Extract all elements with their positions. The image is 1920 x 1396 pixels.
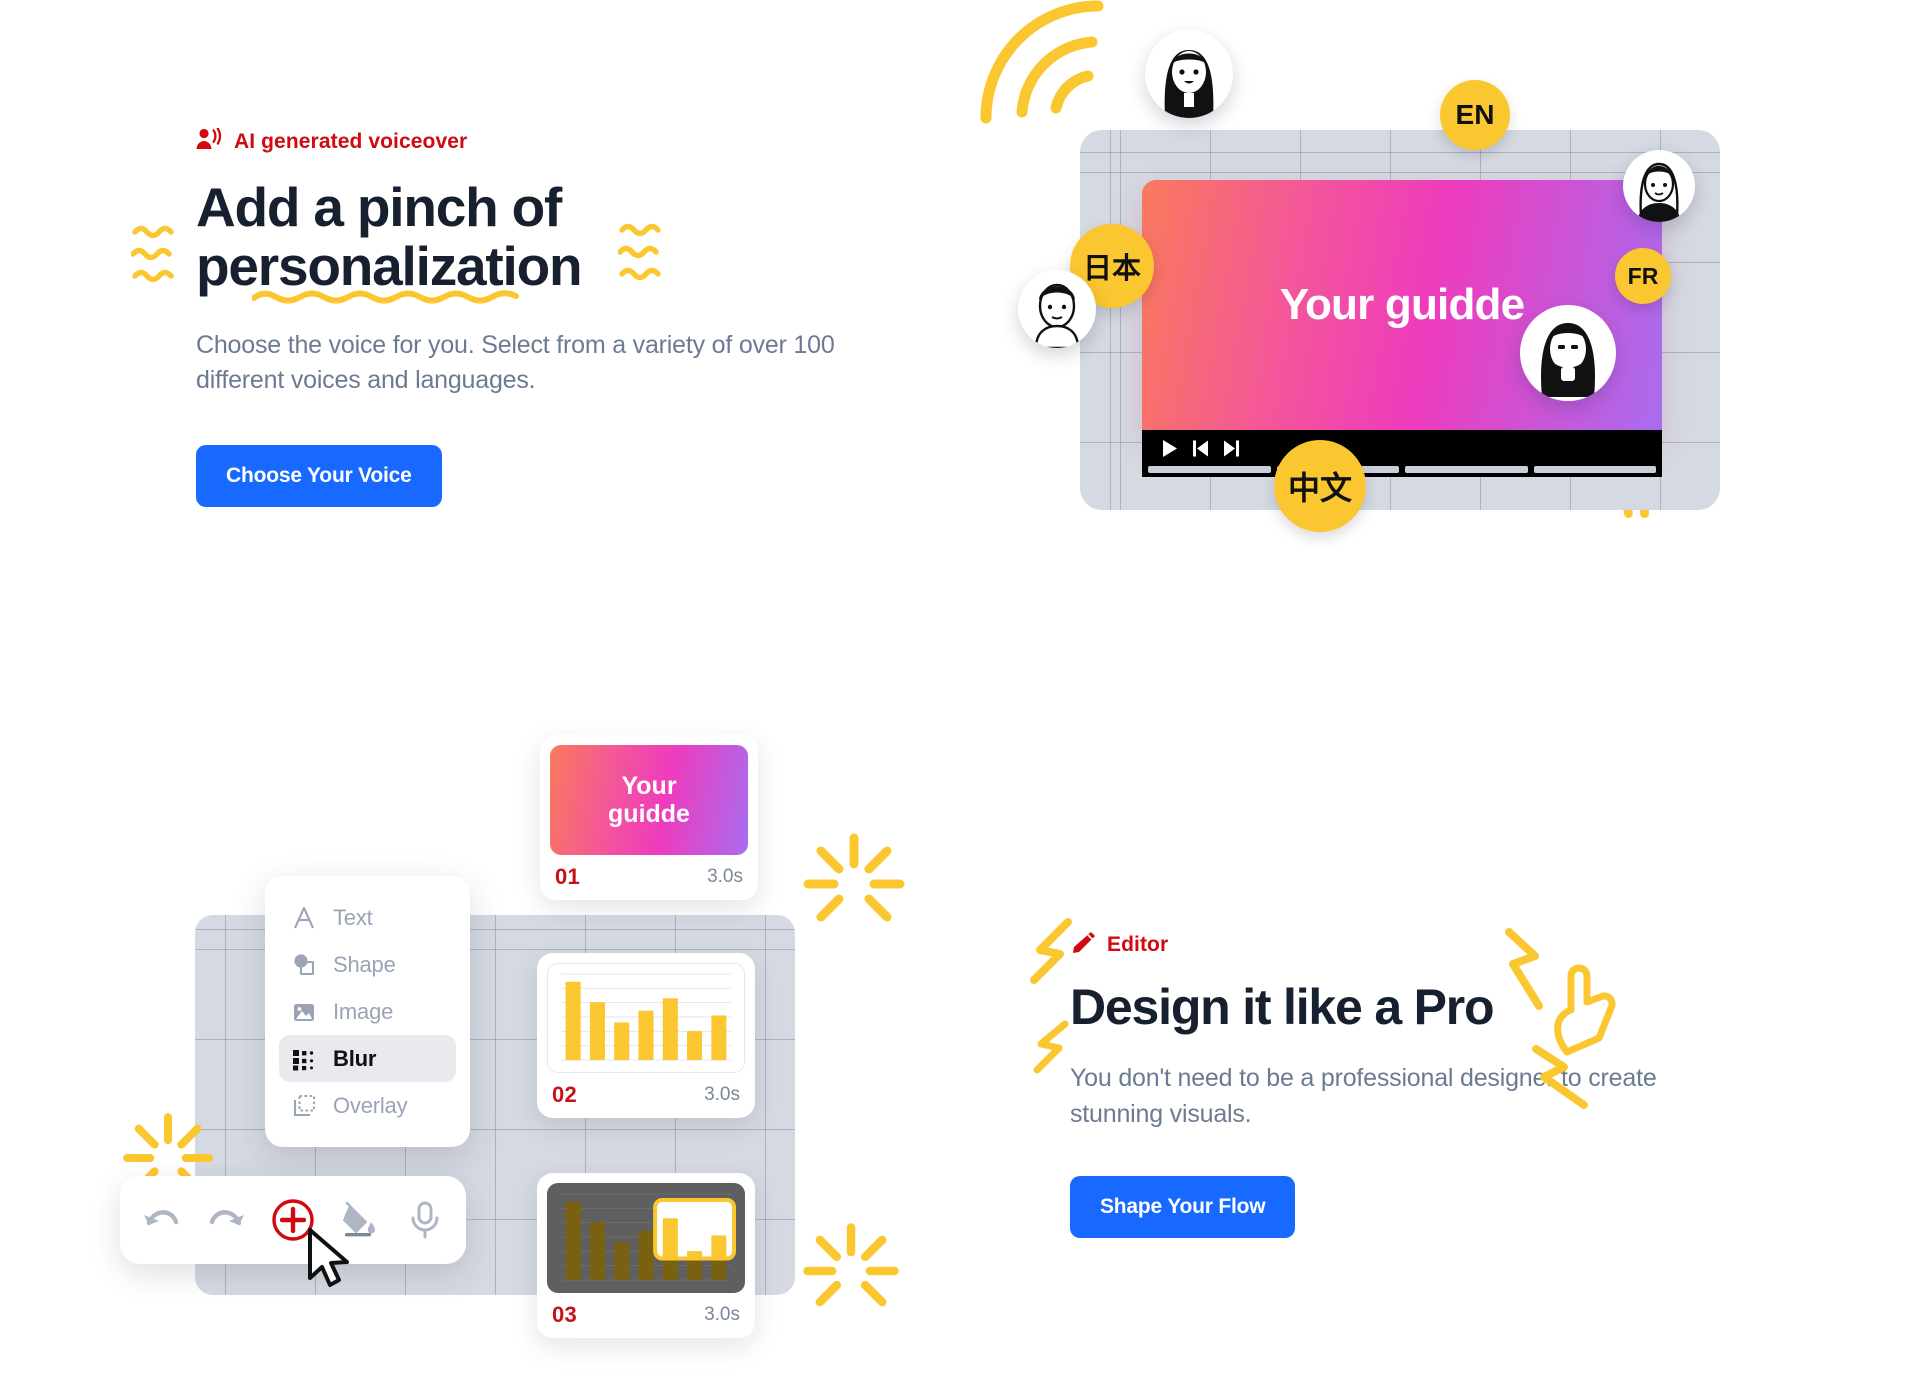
tool-item-text-label: Text: [333, 904, 373, 930]
text-icon: [291, 905, 317, 931]
bar-chart-dimmed: [561, 1193, 736, 1281]
mouse-cursor-icon: [308, 1228, 349, 1287]
scene-duration: 3.0s: [704, 1084, 740, 1105]
scene-meta: 03 3.0s: [547, 1293, 745, 1332]
zigzag-decoration-editor-left: [1030, 918, 1072, 984]
tool-item-overlay[interactable]: Overlay: [279, 1082, 456, 1129]
video-screen-title: Your guidde: [1279, 280, 1525, 329]
video-seek-bar[interactable]: [1148, 466, 1656, 473]
scene-number: 01: [555, 864, 581, 889]
tool-item-shape-label: Shape: [333, 951, 396, 977]
image-icon: [291, 999, 317, 1025]
voiceover-headline-line1: Add a pinch of: [196, 176, 562, 238]
scene-card[interactable]: 02 3.0s: [537, 953, 755, 1118]
scene-thumbnail-chart-dimmed: [547, 1183, 745, 1293]
landing-page: AI generated voiceover Add a pinch of pe…: [0, 0, 1920, 1396]
editor-eyebrow-label: Editor: [1107, 933, 1169, 956]
avatar-long-dark-hair: [1145, 30, 1233, 118]
sound-wave-top-left-icon: [980, 0, 1104, 124]
choose-your-voice-button[interactable]: Choose Your Voice: [196, 444, 442, 507]
redo-button[interactable]: [202, 1195, 252, 1245]
scene-duration: 3.0s: [704, 1304, 740, 1325]
editor-action-toolbar: [120, 1176, 466, 1264]
voiceover-eyebrow: AI generated voiceover: [196, 127, 896, 156]
voiceover-headline: Add a pinch of personalization: [196, 176, 896, 298]
video-illustration: Your guidde 日本 中文 EN FR: [960, 0, 1920, 620]
tool-item-image[interactable]: Image: [279, 988, 456, 1035]
scene-duration: 3.0s: [707, 866, 743, 887]
overlay-icon: [291, 1093, 317, 1119]
editor-text-block: Editor Design it like a Pro You don't ne…: [1070, 930, 1750, 1238]
tool-menu-panel: Text Shape Image Blur Overlay: [265, 876, 470, 1147]
lightning-bolt-decoration-bottom-right: [1532, 1045, 1588, 1109]
shape-your-flow-button[interactable]: Shape Your Flow: [1070, 1176, 1296, 1238]
scene-thumbnail-gradient: Your guidde: [550, 745, 748, 855]
scene-card[interactable]: Your guidde 01 3.0s: [540, 735, 758, 900]
play-icon[interactable]: [1160, 439, 1179, 463]
editor-eyebrow: Editor: [1070, 930, 1750, 960]
language-badge-english[interactable]: EN: [1440, 80, 1510, 150]
avatar-long-light-hair: [1623, 150, 1695, 222]
scene-thumbnail-title: Your guidde: [608, 772, 690, 828]
sparkle-decoration-top-right: [803, 833, 905, 922]
skip-previous-icon[interactable]: [1191, 439, 1210, 463]
voiceover-text-block: AI generated voiceover Add a pinch of pe…: [196, 127, 896, 507]
microphone-button[interactable]: [400, 1195, 450, 1245]
shape-icon: [291, 952, 317, 978]
language-badge-french[interactable]: FR: [1615, 248, 1671, 304]
avatar-short-dark-hair: [1018, 270, 1096, 348]
voiceover-eyebrow-label: AI generated voiceover: [234, 130, 468, 153]
tool-item-shape[interactable]: Shape: [279, 941, 456, 988]
sparkle-decoration-bottom-right: [803, 1223, 899, 1307]
scene-number: 02: [552, 1082, 578, 1107]
blur-icon: [291, 1046, 317, 1072]
scene-number: 03: [552, 1302, 578, 1327]
person-speaking-icon: [196, 127, 223, 156]
seek-segment: [1533, 466, 1656, 473]
avatar-bearded: [1520, 305, 1616, 401]
skip-next-icon[interactable]: [1222, 439, 1241, 463]
undo-button[interactable]: [136, 1195, 186, 1245]
tool-item-blur[interactable]: Blur: [279, 1035, 456, 1082]
scene-card[interactable]: 03 3.0s: [537, 1173, 755, 1338]
scene-meta: 01 3.0s: [550, 855, 748, 894]
voiceover-headline-line2: personalization: [196, 235, 583, 298]
tool-item-overlay-label: Overlay: [333, 1092, 408, 1118]
editor-headline: Design it like a Pro: [1070, 979, 1495, 1035]
tool-item-image-label: Image: [333, 998, 394, 1024]
editor-illustration: Text Shape Image Blur Overlay Your guidd…: [110, 735, 970, 1395]
tool-item-text[interactable]: Text: [279, 894, 456, 941]
voiceover-subcopy: Choose the voice for you. Select from a …: [196, 330, 835, 395]
bar-chart: [561, 973, 731, 1061]
tool-item-blur-label: Blur: [333, 1045, 377, 1071]
language-badge-chinese[interactable]: 中文: [1274, 440, 1366, 532]
scene-meta: 02 3.0s: [547, 1073, 745, 1112]
scene-thumbnail-chart: [547, 963, 745, 1073]
zigzag-decoration-left: [131, 225, 174, 283]
seek-segment: [1405, 466, 1528, 473]
editor-subcopy: You don't need to be a professional desi…: [1070, 1064, 1657, 1128]
lightning-bolt-decoration-left: [1033, 1020, 1069, 1074]
seek-segment: [1148, 466, 1271, 473]
